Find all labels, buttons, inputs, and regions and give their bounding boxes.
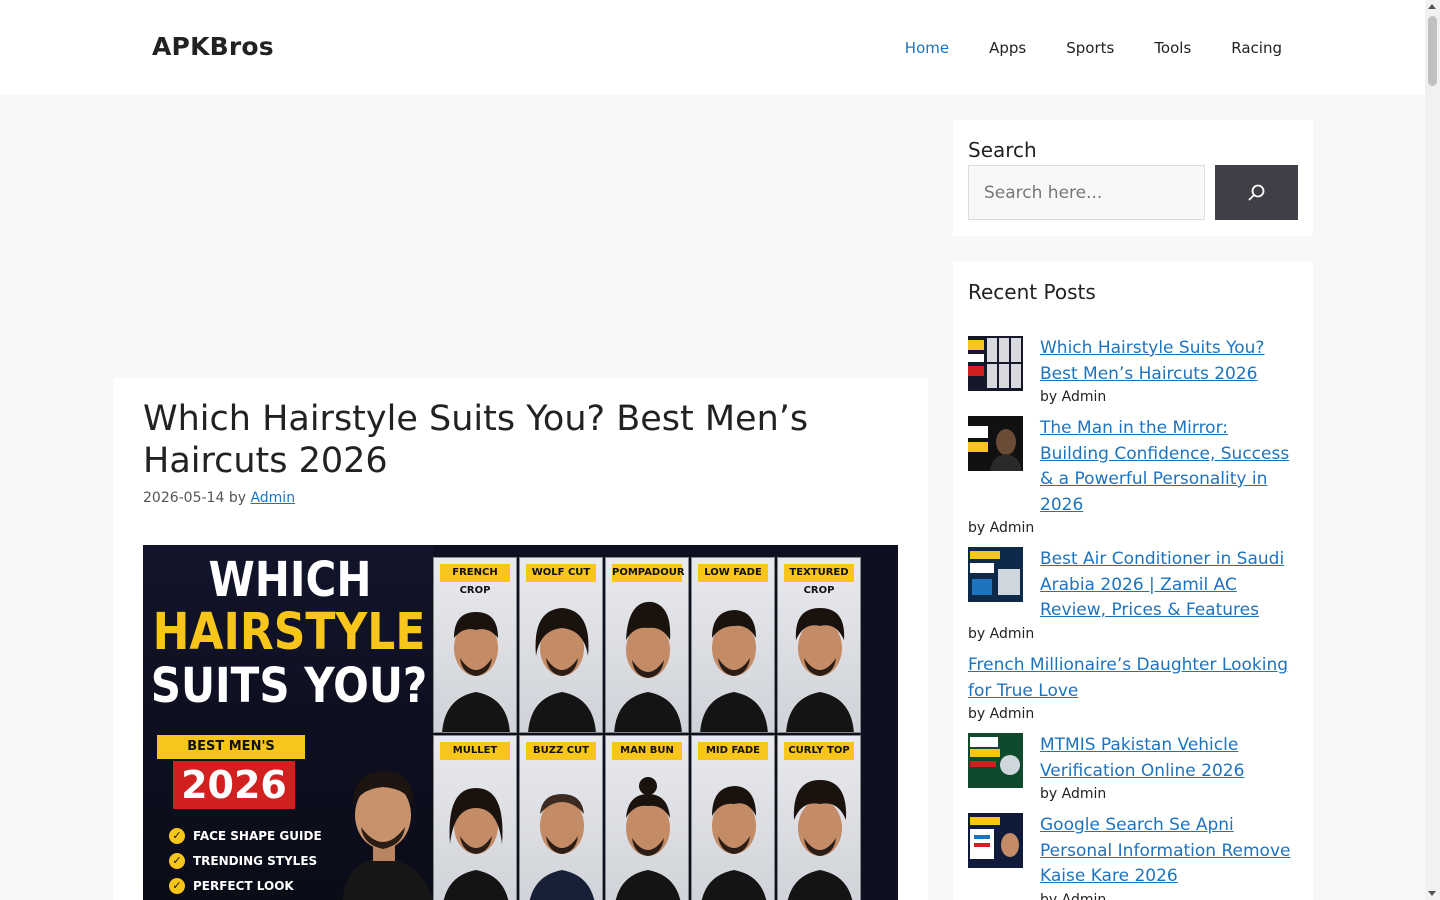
face-illustration (701, 786, 767, 900)
featured-headline-line3: SUITS YOU? (150, 657, 428, 714)
featured-check-item: ✓ TRENDING STYLES (169, 848, 322, 873)
recent-post-byline: by Admin (968, 706, 1035, 722)
hairstyle-cell: LOW FADE (691, 557, 775, 733)
search-input[interactable] (968, 165, 1205, 220)
face-illustration (442, 612, 510, 732)
main-navigation: Home Apps Sports Tools Racing (865, 0, 1282, 95)
page-scrollbar[interactable] (1425, 0, 1440, 900)
article-author-link[interactable]: Admin (250, 490, 295, 506)
hairstyle-cell: CURLY TOP (777, 735, 861, 900)
recent-post-byline: by Admin (1040, 891, 1107, 900)
hairstyle-cell: WOLF CUT (519, 557, 603, 733)
hairstyle-grid: FRENCH CROP WOLF CUT POMPADOUR LOW FADE … (433, 557, 861, 900)
featured-image[interactable]: WHICH HAIRSTYLE SUITS YOU? BEST MEN'S HA… (143, 545, 898, 900)
recent-post-link[interactable]: Google Search Se Apni Personal Informati… (1040, 815, 1290, 886)
featured-year-badge: 2026 (173, 761, 295, 809)
article-by: by (228, 490, 246, 506)
featured-headline-line2: HAIRSTYLE (152, 603, 426, 662)
search-widget-title: Search (968, 138, 1037, 162)
recent-post-link[interactable]: MTMIS Pakistan Vehicle Verification Onli… (1040, 735, 1244, 781)
featured-headline-line1: WHICH (208, 551, 372, 608)
site-logo[interactable]: APKBros (152, 32, 274, 61)
recent-post-item: Which Hairstyle Suits You? Best Men’s Ha… (968, 336, 1298, 407)
nav-home[interactable]: Home (905, 39, 949, 57)
recent-post-item: French Millionaire’s Daughter Looking fo… (968, 653, 1298, 724)
hairstyle-cell: TEXTURED CROP (777, 557, 861, 733)
nav-sports[interactable]: Sports (1066, 39, 1114, 57)
check-icon: ✓ (169, 827, 185, 844)
scrollbar-thumb[interactable] (1428, 16, 1437, 86)
face-illustration (787, 780, 853, 900)
face-illustration (786, 608, 854, 732)
scroll-down-arrow-icon[interactable] (1428, 891, 1436, 896)
hairstyle-cell: MAN BUN (605, 735, 689, 900)
featured-check-item: ✓ PERFECT LOOK (169, 873, 322, 898)
recent-post-item: Best Air Conditioner in Saudi Arabia 202… (968, 547, 1298, 644)
hairstyle-cell: FRENCH CROP (433, 557, 517, 733)
hairstyle-cell: POMPADOUR (605, 557, 689, 733)
nav-racing[interactable]: Racing (1231, 39, 1282, 57)
post-thumbnail[interactable] (968, 813, 1023, 868)
face-illustration (528, 608, 596, 732)
recent-post-item: Google Search Se Apni Personal Informati… (968, 813, 1298, 900)
nav-apps[interactable]: Apps (989, 39, 1026, 57)
hairstyle-cell: BUZZ CUT (519, 735, 603, 900)
recent-posts-title: Recent Posts (968, 280, 1096, 304)
face-illustration (615, 777, 681, 900)
hairstyle-cell: MULLET (433, 735, 517, 900)
hairstyle-cell: MID FADE (691, 735, 775, 900)
featured-ribbon: BEST MEN'S HAIRCUTS (157, 735, 305, 778)
featured-checklist: ✓ FACE SHAPE GUIDE ✓ TRENDING STYLES ✓ PERF… (169, 823, 322, 898)
recent-post-link[interactable]: French Millionaire’s Daughter Looking fo… (968, 655, 1288, 701)
face-illustration (529, 794, 595, 900)
post-thumbnail[interactable] (968, 733, 1023, 788)
post-thumbnail[interactable] (968, 416, 1023, 471)
article-title: Which Hairstyle Suits You? Best Men’s Ha… (143, 399, 809, 481)
post-thumbnail[interactable] (968, 547, 1023, 602)
scroll-up-arrow-icon[interactable] (1428, 4, 1436, 9)
face-illustration (700, 610, 768, 732)
recent-post-byline: by Admin (1040, 786, 1107, 802)
face-illustration (443, 788, 509, 900)
recent-post-link[interactable]: The Man in the Mirror: Building Confiden… (1040, 418, 1289, 515)
featured-man-illustration (343, 771, 433, 900)
check-icon: ✓ (169, 852, 185, 869)
recent-post-item: MTMIS Pakistan Vehicle Verification Onli… (968, 733, 1298, 804)
article-date: 2026-05-14 (143, 490, 225, 506)
search-icon (1248, 184, 1265, 201)
featured-check-item: ✓ FACE SHAPE GUIDE (169, 823, 322, 848)
recent-posts-widget: Recent Posts Which Hairstyle Suits You? … (953, 261, 1313, 900)
recent-post-byline: by Admin (968, 520, 1035, 536)
nav-tools[interactable]: Tools (1154, 39, 1191, 57)
recent-post-link[interactable]: Best Air Conditioner in Saudi Arabia 202… (1040, 549, 1284, 620)
check-icon: ✓ (169, 877, 185, 894)
recent-post-byline: by Admin (1040, 389, 1107, 405)
recent-post-link[interactable]: Which Hairstyle Suits You? Best Men’s Ha… (1040, 338, 1264, 384)
article-meta: 2026-05-14 by Admin (143, 490, 295, 506)
search-button[interactable] (1215, 165, 1298, 220)
site-header: APKBros Home Apps Sports Tools Racing (0, 0, 1425, 95)
featured-image-left-panel: WHICH HAIRSTYLE SUITS YOU? BEST MEN'S HA… (143, 545, 433, 900)
face-illustration (614, 601, 682, 732)
article: Which Hairstyle Suits You? Best Men’s Ha… (113, 378, 928, 900)
recent-post-item: The Man in the Mirror: Building Confiden… (968, 416, 1298, 538)
search-widget: Search (953, 120, 1313, 236)
recent-post-byline: by Admin (968, 625, 1035, 642)
post-thumbnail[interactable] (968, 336, 1023, 391)
